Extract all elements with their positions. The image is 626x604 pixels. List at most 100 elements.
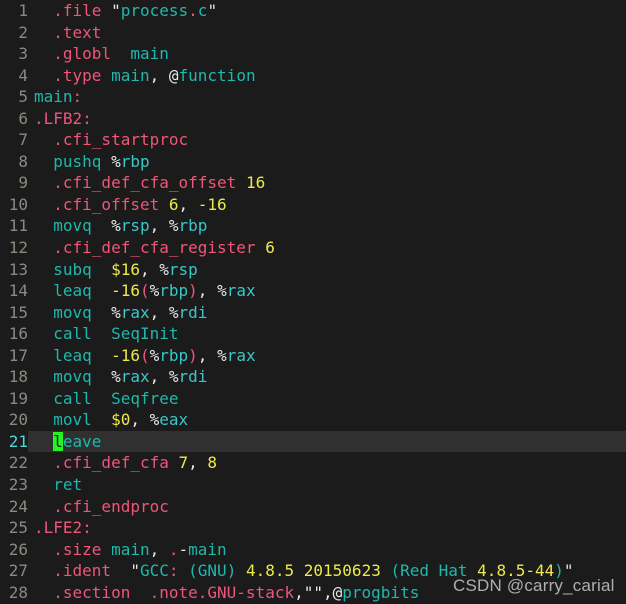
code-line[interactable]: 20 movl $0, %eax <box>0 409 626 431</box>
token-register: rbp <box>120 151 150 171</box>
token-number: 6 <box>168 194 179 214</box>
code-line[interactable]: 1 .file "process.c" <box>0 0 626 22</box>
code-line[interactable]: 11 movq %rsp, %rbp <box>0 215 626 237</box>
code-line[interactable]: 8 pushq %rbp <box>0 151 626 173</box>
line-content[interactable]: .LFB2: <box>28 108 626 130</box>
code-line[interactable]: 14 leaq -16(%rbp), %rax <box>0 280 626 302</box>
token-number: 16 <box>245 173 266 193</box>
line-content[interactable]: call Seqfree <box>28 388 626 410</box>
code-line[interactable]: 15 movq %rax, %rdi <box>0 302 626 324</box>
code-line[interactable]: 7 .cfi_startproc <box>0 129 626 151</box>
line-content[interactable]: ret <box>28 474 626 496</box>
token-register: rbp <box>178 216 208 236</box>
code-line[interactable]: 25 .LFE2: <box>0 517 626 539</box>
token-paren: ) <box>188 345 198 365</box>
code-editor[interactable]: 1 .file "process.c" 2 .text 3 .globl mai… <box>0 0 626 604</box>
line-content[interactable]: leaq -16(%rbp), %rax <box>28 345 626 367</box>
token-percent: % <box>149 281 160 301</box>
code-line[interactable]: 24 .cfi_endproc <box>0 496 626 518</box>
token-quote: " <box>563 561 574 581</box>
token-instruction: ret <box>34 475 83 495</box>
code-line[interactable]: 9 .cfi_def_cfa_offset 16 <box>0 172 626 194</box>
code-line-active[interactable]: 21 leave <box>0 430 626 453</box>
token-punct: , % <box>130 410 160 430</box>
token-punct: , % <box>197 345 227 365</box>
code-line[interactable]: 23 ret <box>0 474 626 496</box>
line-content[interactable]: movq %rax, %rdi <box>28 366 626 388</box>
token-string: (GNU) <box>188 561 237 581</box>
line-content[interactable]: main: <box>28 86 626 108</box>
line-content[interactable]: .LFE2: <box>28 517 626 539</box>
code-line[interactable]: 4 .type main, @function <box>0 65 626 87</box>
line-number: 23 <box>8 475 28 495</box>
token-punct: - <box>178 539 189 559</box>
token-instruction: movq <box>34 216 92 236</box>
line-content[interactable]: .cfi_def_cfa_register 6 <box>28 237 626 259</box>
code-line[interactable]: 19 call Seqfree <box>0 388 626 410</box>
token-colon: : <box>82 108 92 128</box>
code-line[interactable]: 26 .size main, .-main <box>0 539 626 561</box>
line-number: 4 <box>18 65 28 85</box>
code-line[interactable]: 22 .cfi_def_cfa 7, 8 <box>0 452 626 474</box>
token-register: rax <box>226 281 256 301</box>
line-content[interactable]: pushq %rbp <box>28 151 626 173</box>
line-number: 16 <box>8 324 28 344</box>
line-content[interactable]: subq $16, %rsp <box>28 259 626 281</box>
token-string: ) <box>554 561 564 581</box>
token-directive: .text <box>34 22 102 42</box>
token-register: rax <box>120 367 150 387</box>
code-line[interactable]: 13 subq $16, %rsp <box>0 259 626 281</box>
code-line[interactable]: 2 .text <box>0 22 626 44</box>
line-content[interactable]: .ident "GCC: (GNU) 4.8.5 20150623 (Red H… <box>28 560 626 582</box>
token-punct: , <box>178 194 198 214</box>
code-line[interactable]: 3 .globl main <box>0 43 626 65</box>
token-string: process <box>120 1 189 20</box>
token-number: $0 <box>111 410 131 430</box>
token-instruction: eave <box>62 431 102 451</box>
token-register: rdi <box>178 302 208 322</box>
line-content[interactable]: movq %rax, %rdi <box>28 302 626 324</box>
code-line[interactable]: 6 .LFB2: <box>0 108 626 130</box>
line-number: 28 <box>8 582 28 602</box>
line-content[interactable]: .cfi_def_cfa 7, 8 <box>28 452 626 474</box>
code-line[interactable]: 12 .cfi_def_cfa_register 6 <box>0 237 626 259</box>
token-directive: .cfi_def_cfa <box>34 453 169 473</box>
token-instruction: movq <box>34 302 92 322</box>
line-number: 2 <box>18 22 28 42</box>
line-content[interactable]: movl $0, %eax <box>28 409 626 431</box>
code-line[interactable]: 17 leaq -16(%rbp), %rax <box>0 345 626 367</box>
token-register: eax <box>159 410 189 430</box>
line-content[interactable]: .cfi_offset 6, -16 <box>28 194 626 216</box>
code-line[interactable]: 16 call SeqInit <box>0 323 626 345</box>
line-content[interactable]: .size main, .-main <box>28 539 626 561</box>
line-content[interactable]: .cfi_endproc <box>28 496 626 518</box>
code-line[interactable]: 28 .section .note.GNU-stack,"",@progbits <box>0 582 626 604</box>
line-content[interactable]: .file "process.c" <box>28 0 626 22</box>
line-content[interactable]: .globl main <box>28 43 626 65</box>
line-content[interactable]: .type main, @function <box>28 65 626 87</box>
line-content[interactable]: .text <box>28 22 626 44</box>
line-content[interactable]: leaq -16(%rbp), %rax <box>28 280 626 302</box>
code-line[interactable]: 10 .cfi_offset 6, -16 <box>0 194 626 216</box>
line-content[interactable]: .section .note.GNU-stack,"",@progbits <box>28 582 626 604</box>
line-content[interactable]: movq %rsp, %rbp <box>28 215 626 237</box>
token-section-name: .note.GNU-stack <box>149 582 295 602</box>
token-paren: ( <box>139 281 150 301</box>
line-content[interactable]: call SeqInit <box>28 323 626 345</box>
line-content[interactable]: .cfi_startproc <box>28 129 626 151</box>
token-punct: ,"",@ <box>294 582 343 602</box>
line-content[interactable]: leave <box>28 430 626 453</box>
token-quote: " <box>207 1 218 20</box>
code-line[interactable]: 5 main: <box>0 86 626 108</box>
token-string: GCC <box>139 561 169 581</box>
code-line[interactable]: 27 .ident "GCC: (GNU) 4.8.5 20150623 (Re… <box>0 560 626 582</box>
line-content[interactable]: .cfi_def_cfa_offset 16 <box>28 172 626 194</box>
code-line[interactable]: 18 movq %rax, %rdi <box>0 366 626 388</box>
line-number: 10 <box>8 194 28 214</box>
